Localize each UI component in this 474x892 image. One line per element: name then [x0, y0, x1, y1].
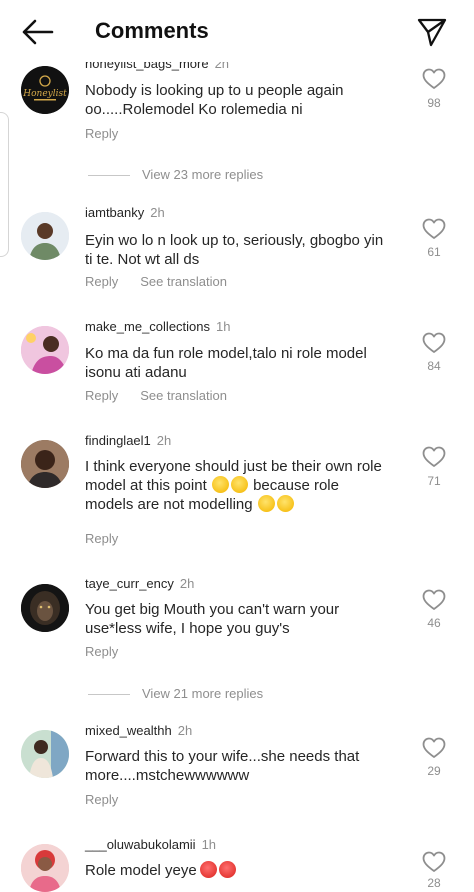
person-icon [21, 440, 69, 488]
comment-actions: Reply See translation [85, 274, 249, 289]
heart-icon[interactable] [422, 218, 446, 240]
paper-plane-icon[interactable] [416, 16, 448, 48]
comment-time: 2h [179, 576, 195, 591]
comment-username[interactable]: taye_curr_ency [85, 576, 174, 591]
reply-button[interactable]: Reply [85, 531, 118, 546]
see-translation-button[interactable]: See translation [140, 274, 227, 289]
scroll-edge-handle[interactable] [0, 112, 9, 257]
avatar[interactable] [21, 212, 69, 260]
divider [88, 175, 130, 177]
person-icon [21, 730, 69, 778]
comment-actions: Reply See translation [85, 388, 249, 403]
svg-text:Honeylist: Honeylist [22, 89, 67, 99]
comment-text: I think everyone should just be their ow… [85, 457, 385, 514]
heart-icon[interactable] [422, 68, 446, 90]
like-count: 71 [427, 474, 441, 488]
reply-button[interactable]: Reply [85, 388, 118, 403]
divider [88, 694, 130, 696]
heart-icon[interactable] [422, 446, 446, 468]
like-count: 46 [427, 616, 441, 630]
comment-text: Role model yeye [85, 861, 385, 880]
angry-face-emoji-icon [218, 861, 236, 878]
comment-username[interactable]: make_me_collections [85, 319, 210, 334]
reply-button[interactable]: Reply [85, 126, 118, 141]
comment-time: 2h [150, 205, 165, 220]
arrow-left-icon[interactable] [20, 18, 54, 46]
comment-actions: Reply [85, 126, 140, 141]
like-count: 29 [427, 764, 441, 778]
comment-text-part: Role model yeye [85, 862, 197, 879]
like-count: 61 [427, 245, 441, 259]
pensive-face-emoji-icon [276, 495, 294, 512]
reply-button[interactable]: Reply [85, 644, 118, 659]
comment-actions: Reply [85, 644, 140, 659]
view-replies-button[interactable]: View 23 more replies [88, 167, 263, 182]
angry-face-emoji-icon [199, 861, 217, 878]
page-title: Comments [95, 18, 209, 43]
like-count: 98 [427, 96, 441, 110]
comment-text: You get big Mouth you can't warn your us… [85, 601, 340, 637]
avatar[interactable] [21, 844, 69, 892]
avatar[interactable] [21, 730, 69, 778]
hugging-face-emoji-icon [230, 476, 248, 493]
comment-text: Nobody is looking up to u people again o… [85, 82, 344, 118]
view-replies-button[interactable]: View 21 more replies [88, 686, 263, 701]
view-replies-label[interactable]: View 21 more replies [142, 686, 263, 701]
person-icon [21, 326, 69, 374]
weary-face-emoji-icon [257, 495, 275, 512]
comment-username[interactable]: ___oluwabukolamii [85, 837, 196, 852]
like-count: 84 [427, 359, 441, 373]
heart-icon[interactable] [422, 589, 446, 611]
comment-text: Eyin wo lo n look up to, seriously, gbog… [85, 232, 384, 268]
comment-time: 1h [201, 837, 217, 852]
reply-button[interactable]: Reply [85, 274, 118, 289]
comment-username[interactable]: iamtbanky [85, 205, 144, 220]
view-replies-label[interactable]: View 23 more replies [142, 167, 263, 182]
reply-button[interactable]: Reply [85, 792, 118, 807]
avatar[interactable]: Honeylist [21, 66, 69, 114]
avatar[interactable] [21, 440, 69, 488]
like-count: 28 [427, 876, 441, 890]
hugging-face-emoji-icon [211, 476, 229, 493]
comment-actions: Reply [85, 531, 140, 546]
comment-text: Ko ma da fun role model,talo ni role mod… [85, 345, 367, 381]
comment-text: Forward this to your wife...she needs th… [85, 748, 360, 784]
lion-icon [21, 584, 69, 632]
top-bar: Comments [0, 0, 474, 62]
avatar[interactable] [21, 326, 69, 374]
comment-time: 2h [156, 433, 172, 448]
honeylist-logo-icon: Honeylist [21, 66, 69, 114]
see-translation-button[interactable]: See translation [140, 388, 227, 403]
comment-username[interactable]: findinglael1 [85, 433, 151, 448]
heart-icon[interactable] [422, 737, 446, 759]
comment-username[interactable]: mixed_wealthh [85, 723, 172, 738]
comment-time: 1h [216, 319, 231, 334]
comment-actions: Reply [85, 792, 140, 807]
heart-icon[interactable] [422, 851, 446, 873]
comment-time: 2h [177, 723, 193, 738]
heart-icon[interactable] [422, 332, 446, 354]
person-icon [21, 844, 69, 892]
person-icon [21, 212, 69, 260]
avatar[interactable] [21, 584, 69, 632]
